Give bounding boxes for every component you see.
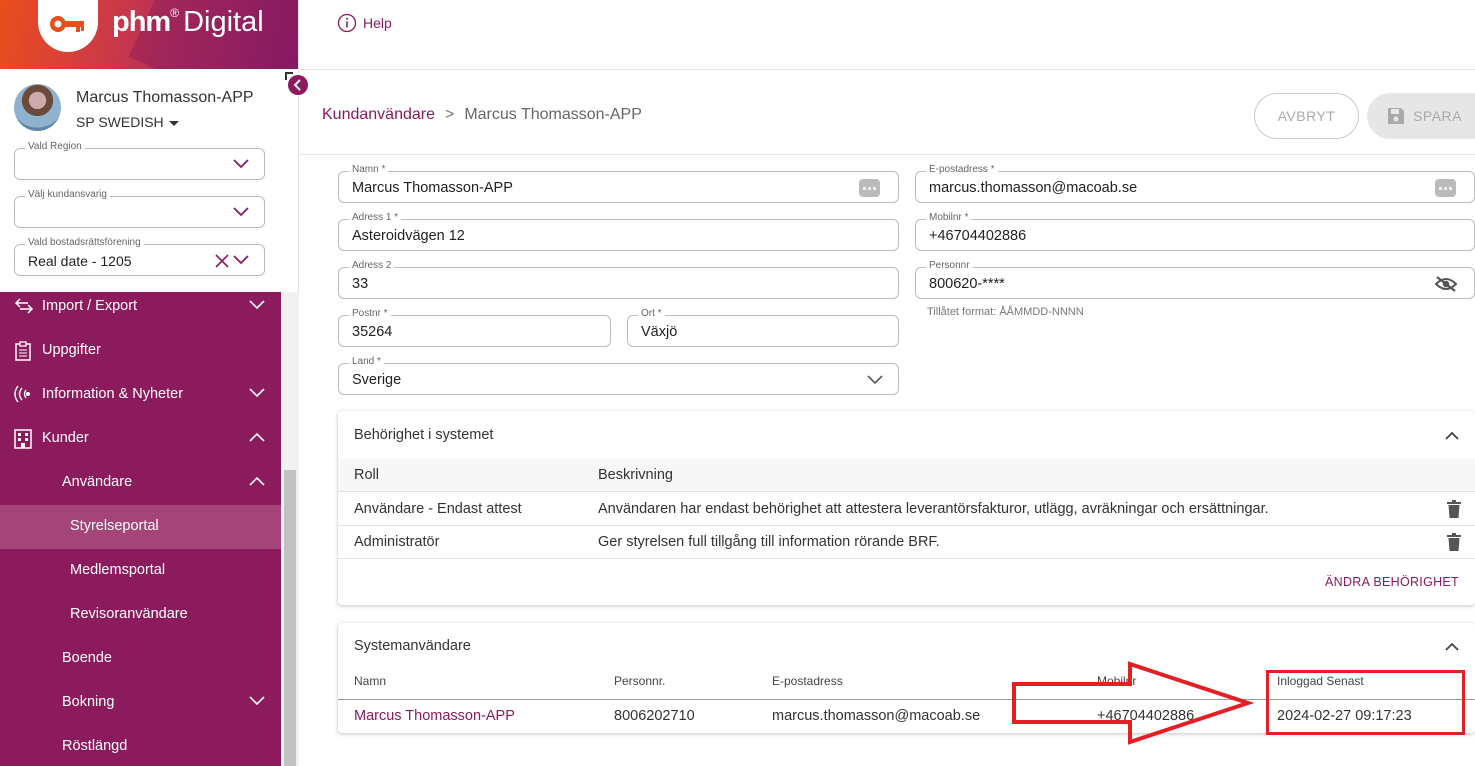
chevron-up-icon[interactable] bbox=[1445, 642, 1459, 651]
cancel-button[interactable]: AVBRYT bbox=[1254, 93, 1359, 139]
chevron-down-icon bbox=[233, 159, 249, 169]
nav-member-portal[interactable]: Medlemsportal bbox=[0, 549, 281, 593]
nav-board-portal[interactable]: Styrelseportal bbox=[0, 505, 281, 549]
breadcrumb-parent-link[interactable]: Kundanvändare bbox=[322, 106, 435, 123]
association-select[interactable]: Vald bostadsrättsförening Real date - 12… bbox=[14, 237, 265, 276]
annotation-highlight-box bbox=[1266, 670, 1465, 735]
more-icon[interactable] bbox=[1435, 179, 1456, 197]
org-switcher[interactable]: SP SWEDISH bbox=[76, 114, 179, 130]
chevron-down-icon bbox=[249, 696, 265, 706]
clear-icon[interactable] bbox=[214, 253, 230, 269]
chevron-down-icon bbox=[867, 375, 883, 385]
chevron-up-icon bbox=[249, 476, 265, 486]
help-link[interactable]: Help bbox=[337, 13, 392, 33]
nav-info-news[interactable]: Information & Nyheter bbox=[0, 373, 281, 417]
brand-header[interactable]: phm® Digital bbox=[0, 0, 298, 69]
collapse-sidebar-button[interactable] bbox=[288, 75, 308, 95]
nav-voting-roll[interactable]: Röstlängd bbox=[0, 725, 281, 766]
country-select[interactable]: Land * Sverige bbox=[338, 356, 899, 395]
permissions-card: Behörighet i systemet Roll Beskrivning A… bbox=[338, 411, 1475, 605]
user-profile[interactable]: Marcus Thomasson-APP SP SWEDISH bbox=[14, 84, 284, 134]
chevron-up-icon bbox=[249, 432, 265, 442]
more-icon[interactable] bbox=[859, 179, 880, 197]
nav-auditor-users[interactable]: Revisoranvändare bbox=[0, 593, 281, 637]
breadcrumb: Kundanvändare > Marcus Thomasson-APP bbox=[322, 106, 642, 123]
info-icon bbox=[337, 13, 357, 33]
chevron-left-icon bbox=[293, 79, 301, 91]
trash-icon[interactable] bbox=[1447, 500, 1461, 518]
clipboard-icon bbox=[15, 341, 31, 361]
name-field[interactable]: Namn * Marcus Thomasson-APP bbox=[338, 164, 899, 203]
city-field[interactable]: Ort * Växjö bbox=[627, 308, 899, 347]
personnr-field[interactable]: Personnr 800620-**** bbox=[915, 260, 1475, 299]
nav-tasks[interactable]: Uppgifter bbox=[0, 329, 281, 373]
chevron-down-icon bbox=[249, 300, 265, 310]
user-name: Marcus Thomasson-APP bbox=[76, 89, 254, 106]
caret-down-icon bbox=[168, 120, 179, 126]
chevron-down-icon bbox=[233, 207, 249, 217]
chevron-down-icon bbox=[249, 388, 265, 398]
broadcast-icon bbox=[14, 385, 30, 403]
change-permissions-button[interactable]: ÄNDRA BEHÖRIGHET bbox=[1325, 575, 1459, 589]
mobile-field[interactable]: Mobilnr * +46704402886 bbox=[915, 212, 1475, 251]
table-row: Administratör bbox=[354, 534, 440, 550]
nav-booking[interactable]: Bokning bbox=[0, 681, 281, 725]
nav-housing[interactable]: Boende bbox=[0, 637, 281, 681]
page-header: Kundanvändare > Marcus Thomasson-APP AVBRY… bbox=[299, 71, 1475, 155]
chevron-up-icon[interactable] bbox=[1445, 431, 1459, 440]
trash-icon[interactable] bbox=[1447, 533, 1461, 551]
building-icon bbox=[14, 429, 32, 449]
address2-field[interactable]: Adress 2 33 bbox=[338, 260, 899, 299]
nav-customers[interactable]: Kunder bbox=[0, 417, 281, 461]
breadcrumb-current: Marcus Thomasson-APP bbox=[464, 106, 642, 123]
nav-import-export[interactable]: Import / Export bbox=[0, 285, 281, 329]
account-manager-select[interactable]: Välj kundansvarig bbox=[14, 189, 265, 228]
personnr-hint: Tillåtet format: ÅÅMMDD-NNNN bbox=[927, 306, 1084, 318]
eye-off-icon[interactable] bbox=[1434, 275, 1458, 293]
top-bar: Help bbox=[299, 0, 1475, 70]
permissions-title: Behörighet i systemet bbox=[354, 427, 494, 443]
sidebar: phm® Digital Marcus Thomasson-APP SP SWED… bbox=[0, 0, 299, 766]
system-users-title: Systemanvändare bbox=[354, 638, 471, 654]
main-nav: Import / Export Uppgifter Information & … bbox=[0, 292, 281, 766]
swap-arrows-icon bbox=[14, 298, 34, 314]
postal-code-field[interactable]: Postnr * 35264 bbox=[338, 308, 611, 347]
sidebar-scroll-thumb[interactable] bbox=[284, 470, 296, 766]
avatar bbox=[14, 84, 61, 131]
email-field[interactable]: E-postadress * marcus.thomasson@macoab.s… bbox=[915, 164, 1475, 203]
address1-field[interactable]: Adress 1 * Asteroidvägen 12 bbox=[338, 212, 899, 251]
annotation-arrow-icon bbox=[1012, 661, 1255, 745]
chevron-down-icon bbox=[233, 255, 249, 265]
key-logo-icon bbox=[38, 0, 98, 52]
permissions-table-header: Roll Beskrivning bbox=[338, 459, 1475, 491]
floppy-disk-icon bbox=[1388, 108, 1404, 124]
table-row: Användare - Endast attest bbox=[354, 501, 522, 517]
region-select[interactable]: Vald Region bbox=[14, 141, 265, 180]
brand-wordmark: phm® Digital bbox=[112, 6, 264, 38]
system-user-name-link[interactable]: Marcus Thomasson-APP bbox=[354, 708, 515, 724]
nav-users[interactable]: Användare bbox=[0, 461, 281, 505]
save-button[interactable]: SPARA bbox=[1367, 93, 1475, 139]
